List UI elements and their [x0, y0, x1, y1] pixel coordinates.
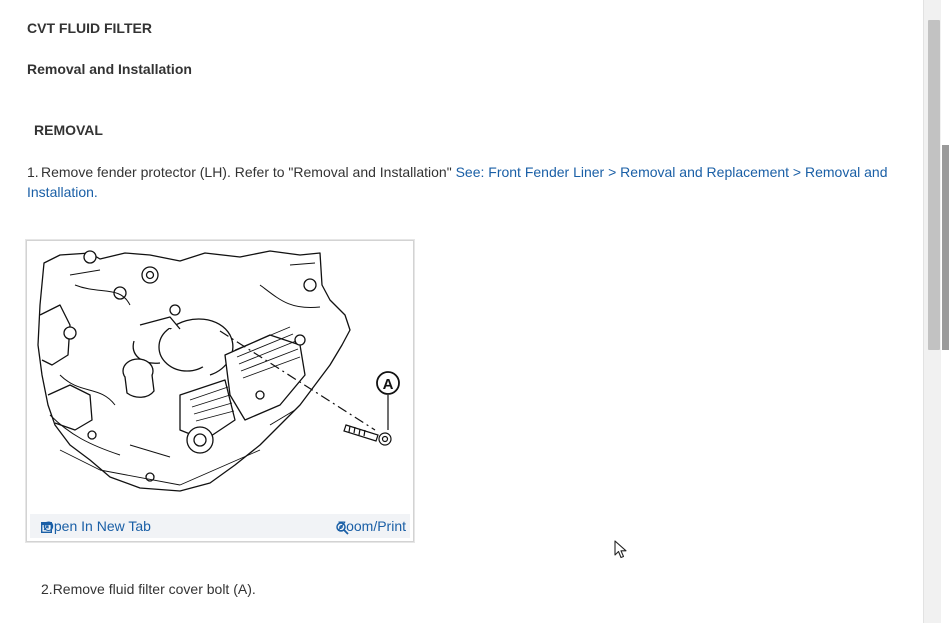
vertical-scrollbar[interactable] — [923, 0, 949, 623]
zoom-print-button[interactable]: Zoom/Print — [333, 518, 406, 535]
bolt-a-icon — [343, 424, 392, 446]
callout-a-label: A — [383, 376, 394, 393]
step-2-number: 2. — [41, 581, 53, 597]
scrollbar-thumb-inner[interactable] — [942, 145, 949, 350]
page-title: CVT FLUID FILTER — [27, 20, 152, 36]
cvt-transmission-illustration[interactable]: A — [30, 245, 410, 511]
document-pane: CVT FLUID FILTER Removal and Installatio… — [0, 0, 923, 623]
step-1-text: Remove fender protector (LH). Refer to "… — [41, 164, 456, 180]
step-1: 1. Remove fender protector (LH). Refer to… — [27, 162, 907, 202]
step-1-number: 1. — [27, 164, 39, 180]
step-2-text: Remove fluid filter cover bolt (A). — [52, 581, 256, 597]
page-subtitle: Removal and Installation — [27, 61, 192, 77]
figure-toolbar: Open In New Tab Zoom/Print — [30, 514, 410, 538]
scrollbar-thumb[interactable] — [928, 20, 940, 350]
illustration-figure: A Open In New Tab Zoom/Print — [26, 240, 414, 542]
open-in-new-tab-label: Open In New Tab — [43, 518, 151, 534]
open-in-new-tab-button[interactable]: Open In New Tab — [38, 518, 151, 534]
section-heading: REMOVAL — [34, 122, 103, 138]
step-2: 2.Remove fluid filter cover bolt (A). — [41, 581, 256, 597]
mouse-pointer-icon — [614, 540, 627, 559]
